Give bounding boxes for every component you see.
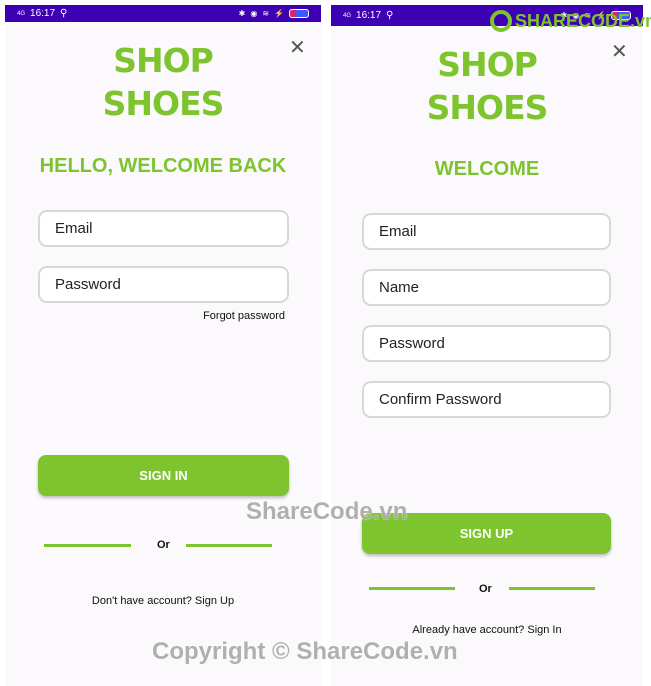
divider-right xyxy=(186,544,272,547)
status-time: 16:17 xyxy=(356,10,382,21)
battery-icon xyxy=(289,9,309,18)
sharecode-logo-icon xyxy=(490,10,512,32)
forgot-password-link[interactable]: Forgot password xyxy=(203,310,285,322)
status-bar: 4G 16:17 ⚲ ✱ ◉ ≋ ⚡ xyxy=(5,5,321,22)
status-time: 16:17 xyxy=(30,8,56,19)
password-field[interactable]: Password xyxy=(362,325,611,362)
sign-up-link[interactable]: Don't have account? Sign Up xyxy=(5,595,321,607)
signup-screen: 4G 16:17 ⚲ ✱ ◉ ≋ ⚡ ✕ SHOP SHOES WELCOME Email… xyxy=(331,5,643,686)
divider-left xyxy=(44,544,131,547)
watermark-logo-text: SHARECODE.vn xyxy=(515,10,651,31)
password-field[interactable]: Password xyxy=(38,266,289,303)
charging-icon: ⚡ xyxy=(274,9,284,18)
or-label: Or xyxy=(157,539,170,551)
bluetooth-icon: ✱ xyxy=(238,9,246,18)
email-field[interactable]: Email xyxy=(362,213,611,250)
login-screen: 4G 16:17 ⚲ ✱ ◉ ≋ ⚡ ✕ SHOP SHOES HELLO, WELCOM… xyxy=(5,5,321,686)
name-field[interactable]: Name xyxy=(362,269,611,306)
page-title: WELCOME xyxy=(434,158,540,180)
logo-shop: SHOP xyxy=(437,45,538,84)
alarm-icon: ◉ xyxy=(250,9,258,18)
signal-icon: 4G xyxy=(17,10,26,17)
watermark-logo: SHARECODE.vn xyxy=(490,10,651,32)
signal-icon: 4G xyxy=(343,12,352,19)
sign-in-button[interactable]: SIGN IN xyxy=(38,455,289,496)
usb-icon: ⚲ xyxy=(60,8,68,19)
watermark-copyright: Copyright © ShareCode.vn xyxy=(152,638,458,665)
usb-icon: ⚲ xyxy=(386,10,394,21)
divider-left xyxy=(369,587,455,590)
sign-in-link[interactable]: Already have account? Sign In xyxy=(331,624,643,636)
logo-shoes: SHOES xyxy=(102,84,225,123)
watermark-center: ShareCode.vn xyxy=(246,498,408,525)
email-field[interactable]: Email xyxy=(38,210,289,247)
logo-shop: SHOP xyxy=(113,41,214,80)
confirm-password-field[interactable]: Confirm Password xyxy=(362,381,611,418)
divider-right xyxy=(509,587,595,590)
or-label: Or xyxy=(479,583,492,595)
page-title: HELLO, WELCOME BACK xyxy=(39,155,287,177)
wifi-icon: ≋ xyxy=(262,9,270,18)
logo-shoes: SHOES xyxy=(426,88,549,127)
